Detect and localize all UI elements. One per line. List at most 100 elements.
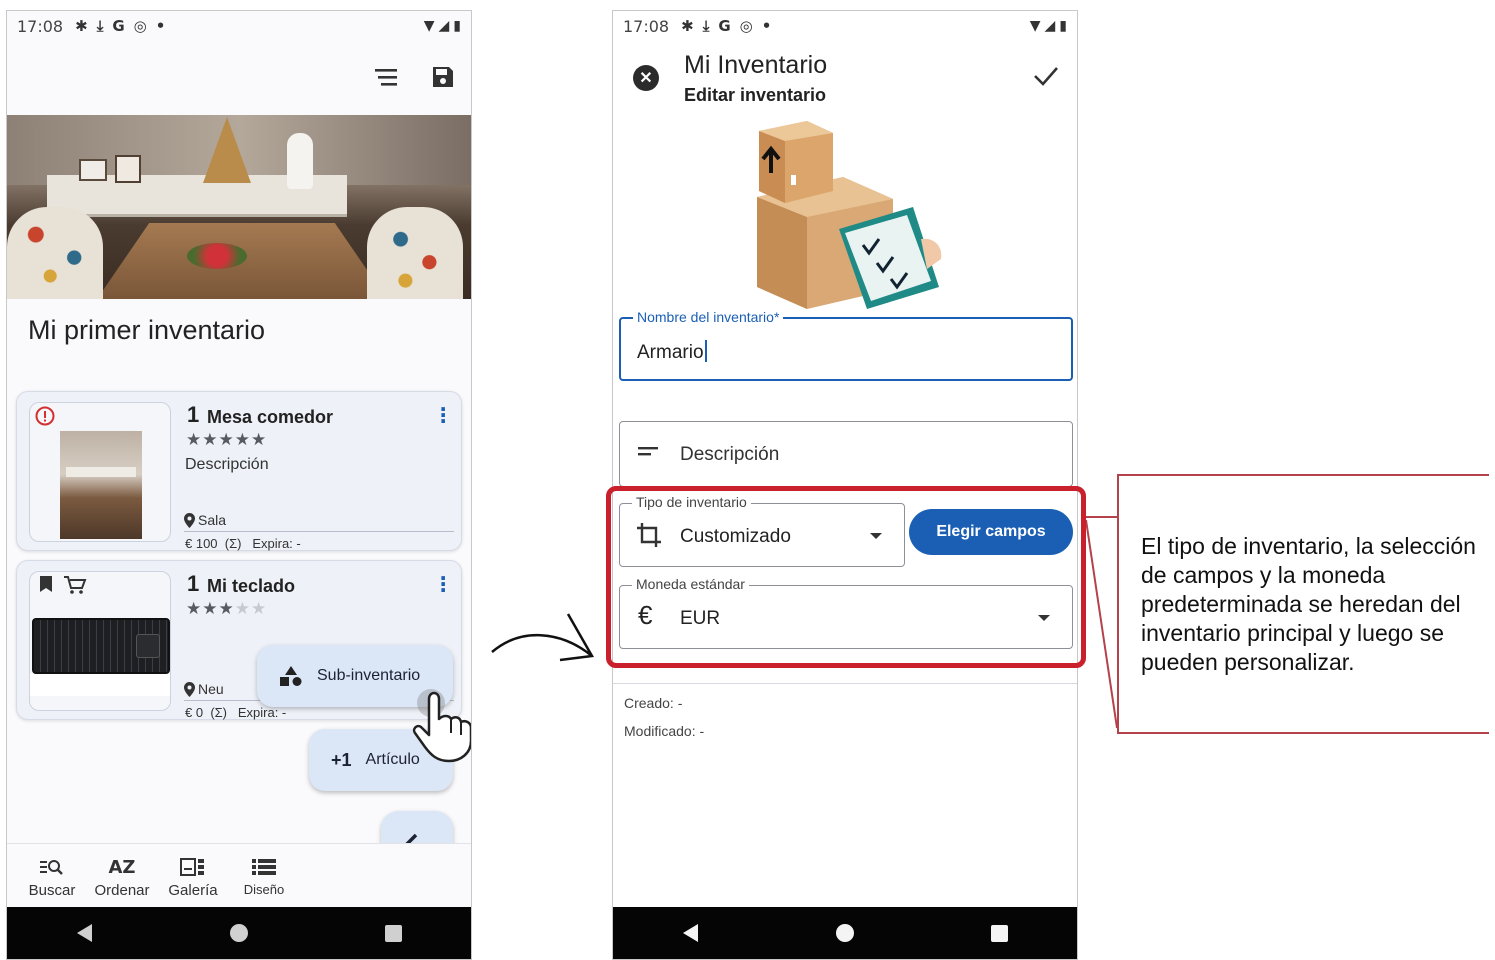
location-pin-icon xyxy=(184,681,195,697)
gear-icon: ✱ xyxy=(75,17,88,35)
back-nav-button[interactable] xyxy=(675,918,705,948)
page-subtitle: Editar inventario xyxy=(684,85,827,105)
page-title: Mi Inventario xyxy=(684,51,828,79)
item-price-line: € 100 (Σ) Expira: - xyxy=(185,536,301,551)
star-icon: ★★★ xyxy=(186,599,235,619)
close-icon[interactable]: ✕ xyxy=(633,65,659,91)
item-price: € 100 xyxy=(185,536,218,551)
rating-stars: ★★★★★ xyxy=(186,430,267,450)
status-bar: 17:08 ✱ ⤓ G ◎ • ▼ ◢ ▮ xyxy=(7,11,471,41)
home-nav-button[interactable] xyxy=(224,918,254,948)
text-cursor xyxy=(704,340,707,362)
search-icon xyxy=(17,852,87,882)
item-location-label: Sala xyxy=(198,512,227,528)
search-nav-label: Buscar xyxy=(28,882,76,899)
download-icon: ⤓ xyxy=(96,17,104,35)
home-nav-button[interactable] xyxy=(830,918,860,948)
item-location: Sala xyxy=(184,512,226,528)
card-divider xyxy=(184,531,454,532)
more-options-icon[interactable]: · · · xyxy=(439,399,447,431)
google-icon: G xyxy=(718,17,731,35)
item-status-icons xyxy=(39,575,87,595)
description-placeholder: Descripción xyxy=(680,444,780,465)
rating-stars: ★★★★★ xyxy=(186,599,267,619)
item-card-mesa-comedor[interactable]: 1 Mesa comedor ★★★★★ Descripción Sala € … xyxy=(16,391,462,551)
status-time: 17:08 xyxy=(623,16,670,36)
confirm-check-icon[interactable] xyxy=(1033,65,1059,92)
left-phone-screen: 17:08 ✱ ⤓ G ◎ • ▼ ◢ ▮ Mi primer inventar… xyxy=(6,10,472,960)
annotation-text: El tipo de inventario, la selección de c… xyxy=(1141,533,1476,675)
sort-lines-icon[interactable] xyxy=(373,63,401,91)
recents-square-icon xyxy=(991,924,1009,942)
item-price-line: € 0 (Σ) Expira: - xyxy=(185,705,286,720)
alert-icon xyxy=(35,406,55,431)
back-nav-button[interactable] xyxy=(69,918,99,948)
back-triangle-icon xyxy=(682,924,698,942)
highlight-box xyxy=(606,486,1086,668)
system-navigation-bar xyxy=(7,907,471,959)
list-layout-icon xyxy=(229,852,299,882)
annotation-callout: El tipo de inventario, la selección de c… xyxy=(1117,474,1489,734)
inventory-name-label: Nombre del inventario* xyxy=(633,309,784,325)
gear-icon: ✱ xyxy=(681,17,694,35)
item-location: Neu xyxy=(184,681,224,697)
accessibility-icon: ◎ xyxy=(133,17,147,35)
item-location-label: Neu xyxy=(198,681,224,697)
gallery-nav-label: Galería xyxy=(168,882,218,899)
tap-hand-icon xyxy=(412,689,471,763)
home-circle-icon xyxy=(229,924,248,942)
sort-nav-label: Ordenar xyxy=(94,882,150,899)
dot-icon: • xyxy=(761,17,772,35)
home-circle-icon xyxy=(835,924,854,942)
search-nav-button[interactable]: Buscar xyxy=(17,852,87,899)
gallery-icon xyxy=(158,852,228,882)
battery-icon: ▮ xyxy=(453,18,461,34)
gallery-nav-button[interactable]: Galería xyxy=(158,852,228,899)
status-time: 17:08 xyxy=(17,16,64,36)
dot-icon: • xyxy=(155,17,166,35)
google-icon: G xyxy=(112,17,125,35)
right-phone-screen: 17:08 ✱ ⤓ G ◎ • ▼ ◢ ▮ ✕ Mi Inventario Ed… xyxy=(612,10,1078,960)
item-quantity: 1 xyxy=(187,402,200,427)
bottom-toolbar: Buscar AZ Ordenar Galería Diseño xyxy=(7,843,471,909)
battery-icon: ▮ xyxy=(1059,18,1067,34)
recents-nav-button[interactable] xyxy=(985,918,1015,948)
top-actions xyxy=(373,63,457,91)
download-icon: ⤓ xyxy=(702,17,710,35)
recents-nav-button[interactable] xyxy=(379,918,409,948)
item-name: Mi teclado xyxy=(207,576,296,596)
more-options-icon[interactable]: · · · xyxy=(439,568,447,600)
item-name: Mesa comedor xyxy=(207,407,334,427)
design-nav-label: Diseño xyxy=(243,882,285,897)
item-sum-icon: (Σ) xyxy=(210,705,228,720)
inventory-boxes-illustration xyxy=(757,121,942,309)
notes-lines-icon xyxy=(638,444,660,463)
plus-one-icon: +1 xyxy=(331,749,352,770)
location-pin-icon xyxy=(184,512,195,528)
item-expiry: Expira: - xyxy=(252,536,301,551)
description-field[interactable]: Descripción xyxy=(619,421,1073,487)
save-icon[interactable] xyxy=(429,63,457,91)
inventory-title: Mi primer inventario xyxy=(28,315,266,345)
item-description: Descripción xyxy=(185,456,269,473)
system-navigation-bar xyxy=(613,907,1077,959)
recents-square-icon xyxy=(385,924,403,942)
sort-az-icon: AZ xyxy=(108,856,136,878)
status-bar: 17:08 ✱ ⤓ G ◎ • ▼ ◢ ▮ xyxy=(613,11,1077,41)
wifi-icon: ▼ xyxy=(423,18,435,34)
section-divider xyxy=(613,683,1077,684)
shapes-icon xyxy=(280,666,302,686)
item-price: € 0 xyxy=(185,705,204,720)
inventory-name-field[interactable]: Nombre del inventario* Armario xyxy=(619,309,1073,381)
sort-nav-button[interactable]: AZ Ordenar xyxy=(87,852,157,900)
star-empty-icon: ★★ xyxy=(234,599,268,619)
signal-icon: ◢ xyxy=(1044,18,1056,34)
cart-icon xyxy=(64,576,87,594)
design-nav-button[interactable]: Diseño xyxy=(229,852,299,897)
item-quantity: 1 xyxy=(187,571,200,596)
add-sub-inventory-label: Sub-inventario xyxy=(317,667,421,684)
back-triangle-icon xyxy=(76,924,92,942)
created-info: Creado: - xyxy=(624,695,683,711)
signal-icon: ◢ xyxy=(438,18,450,34)
item-sum-icon: (Σ) xyxy=(224,536,242,551)
